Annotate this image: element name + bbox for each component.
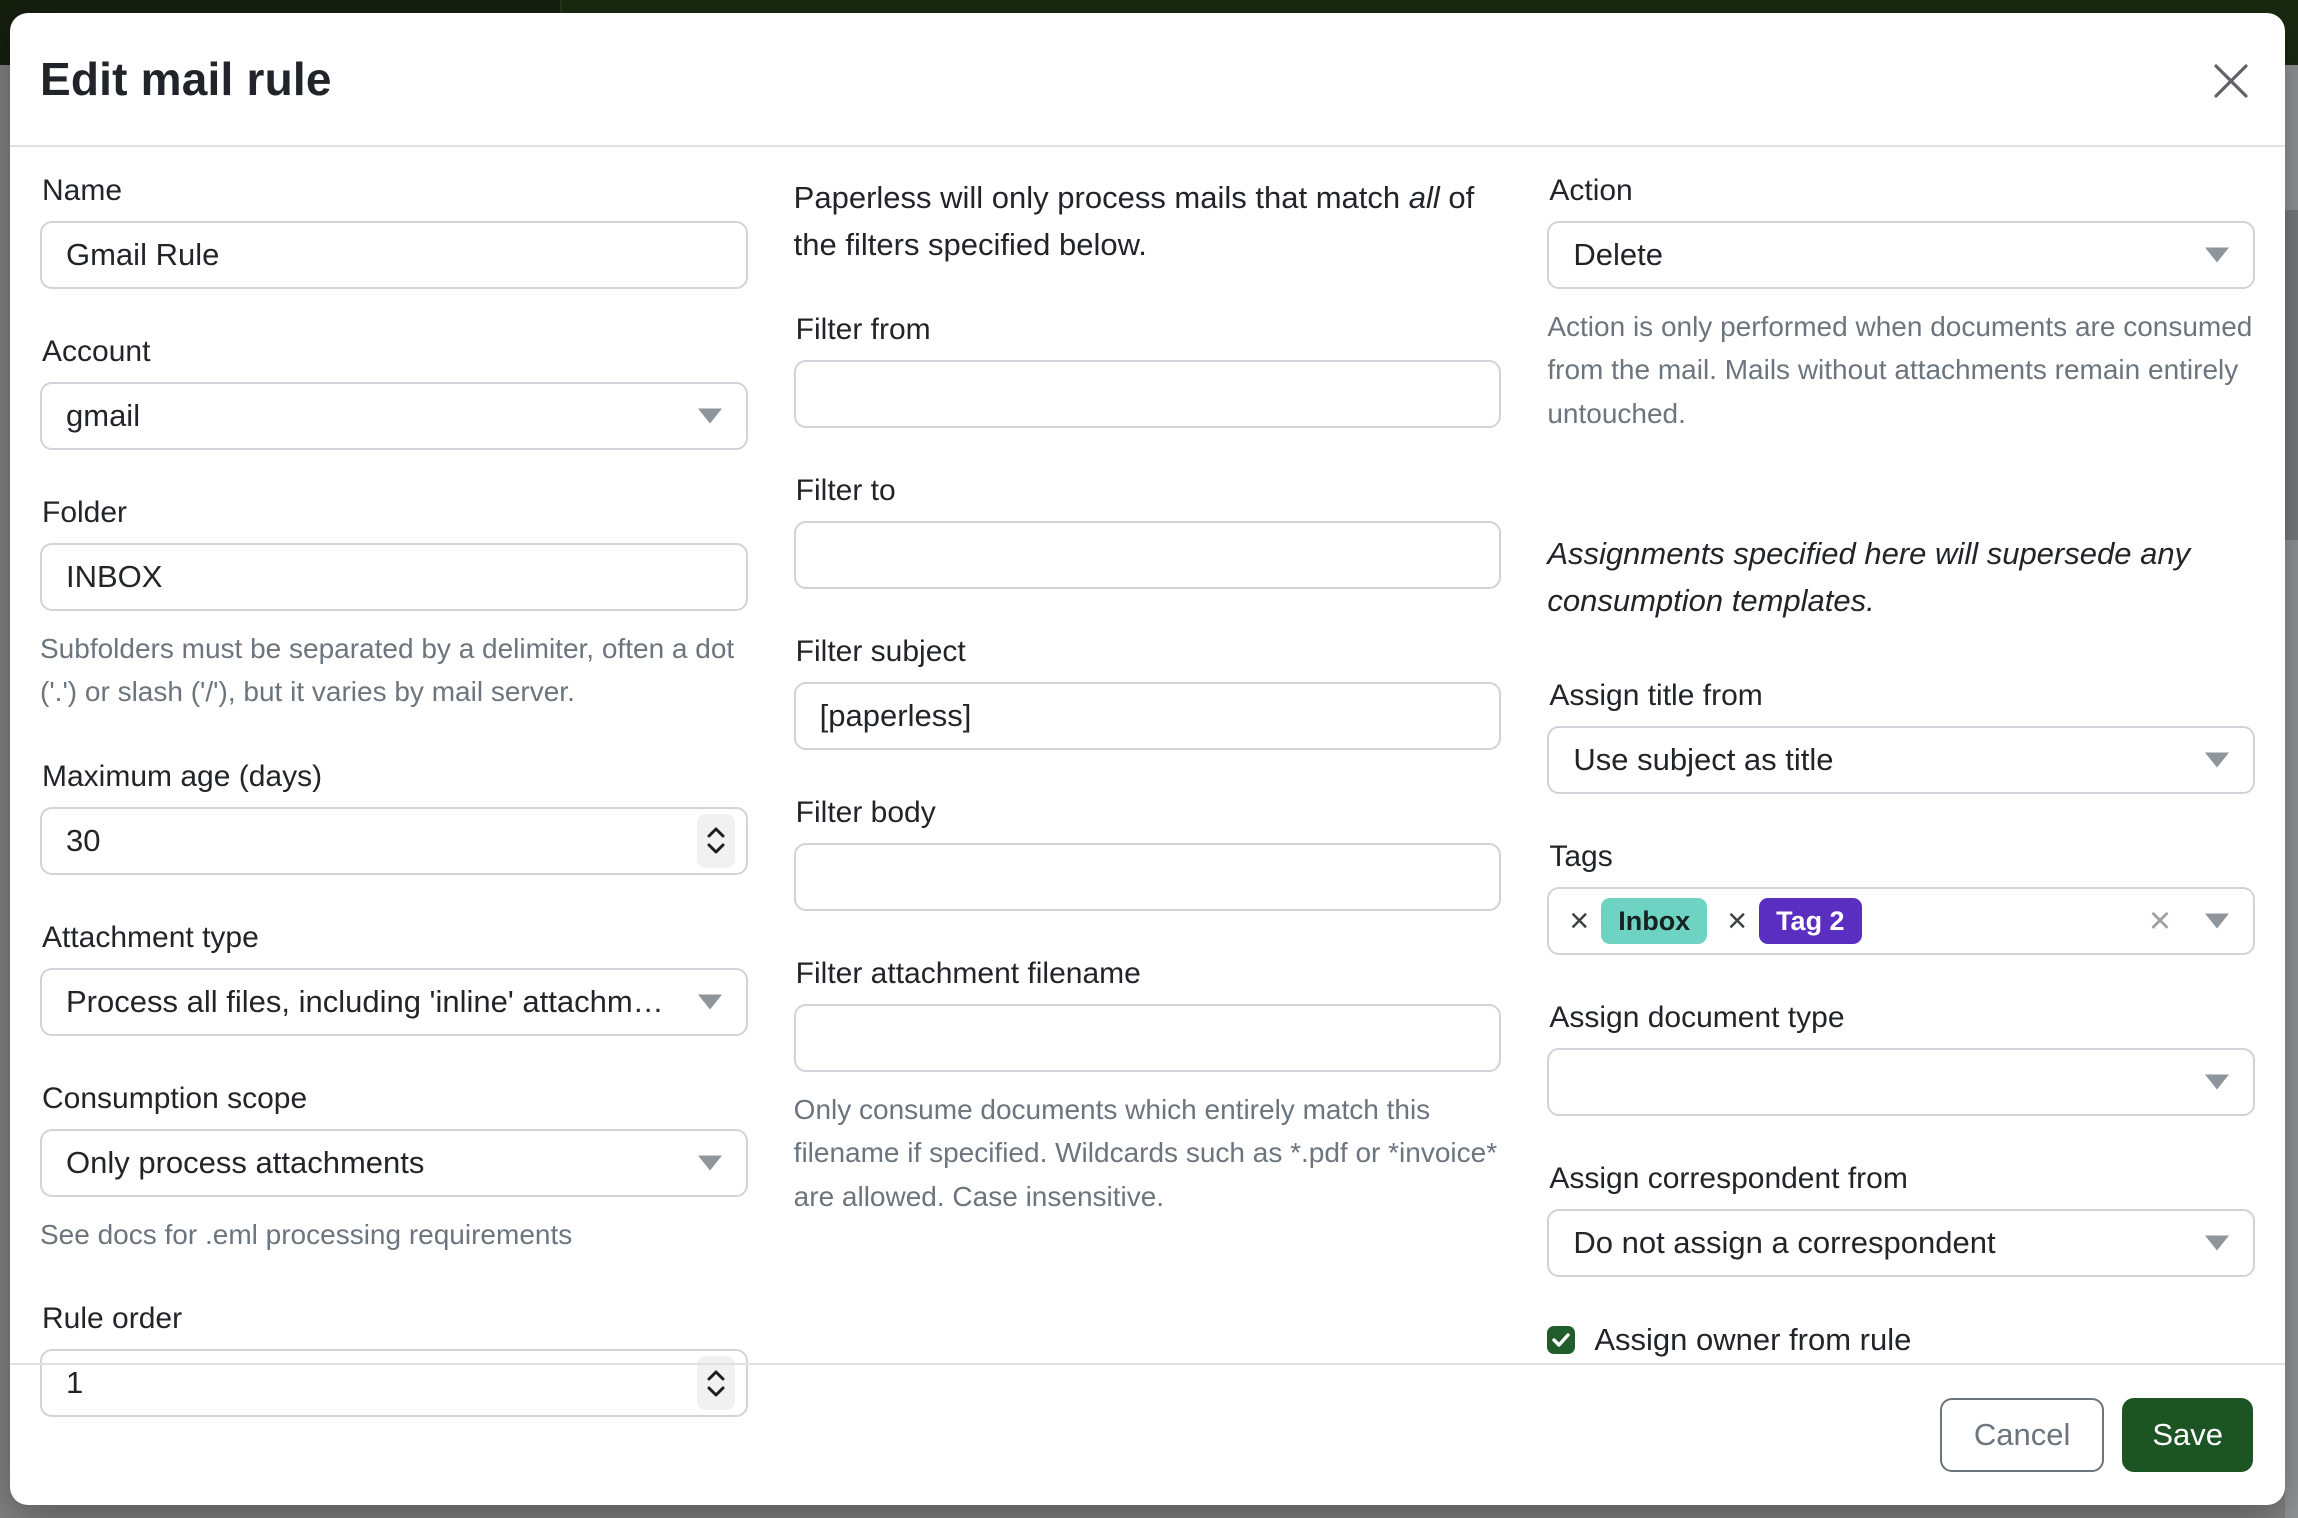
consumption-scope-field: Consumption scope Only process attachmen… [40,1081,748,1256]
action-help-text: Action is only performed when documents … [1547,305,2255,435]
intro-text-emphasis: all [1409,180,1440,215]
save-button[interactable]: Save [2122,1398,2253,1472]
assign-document-type-field: Assign document type [1547,1000,2255,1116]
dropdown-caret-icon [2205,248,2229,263]
name-input[interactable] [40,221,748,289]
cancel-button[interactable]: Cancel [1940,1398,2105,1472]
dropdown-caret-icon [2205,753,2229,768]
attachment-type-select-value: Process all files, including 'inline' at… [66,984,676,1020]
stepper-down-icon[interactable] [707,843,725,854]
attachment-type-select[interactable]: Process all files, including 'inline' at… [40,968,748,1036]
consumption-scope-label: Consumption scope [42,1081,748,1117]
tag-badge: Inbox [1601,898,1707,944]
assign-title-from-select-value: Use subject as title [1573,742,1833,778]
filter-subject-input[interactable] [794,682,1502,750]
dialog-body: Name Account gmail Folder Subfolders mus… [10,147,2285,1363]
filter-attachment-filename-field: Filter attachment filename Only consume … [794,956,1502,1218]
action-select-value: Delete [1573,237,1663,273]
dropdown-caret-icon [2205,1075,2229,1090]
close-button[interactable] [2207,57,2255,105]
name-field: Name [40,173,748,289]
folder-label: Folder [42,495,748,531]
maximum-age-label: Maximum age (days) [42,759,748,795]
filter-subject-label: Filter subject [796,634,1502,670]
clear-icon[interactable]: × [2149,902,2171,940]
folder-help-text: Subfolders must be separated by a delimi… [40,627,748,714]
stepper-up-icon[interactable] [707,827,725,838]
dialog-header: Edit mail rule [10,13,2285,147]
intro-text-part: Paperless will only process mails that m… [794,180,1409,215]
dialog-title: Edit mail rule [40,52,332,106]
consumption-scope-help-text: See docs for .eml processing requirement… [40,1213,748,1256]
filter-body-label: Filter body [796,795,1502,831]
filter-body-field: Filter body [794,795,1502,911]
page-scrollbar-thumb[interactable] [2285,210,2298,540]
filter-to-label: Filter to [796,473,1502,509]
assign-title-from-select[interactable]: Use subject as title [1547,726,2255,794]
column-general: Name Account gmail Folder Subfolders mus… [40,173,748,1363]
assign-owner-checkbox[interactable] [1547,1326,1575,1354]
tags-select[interactable]: × Inbox × Tag 2 × [1547,887,2255,955]
assign-correspondent-from-label: Assign correspondent from [1549,1161,2255,1197]
assign-document-type-select[interactable] [1547,1048,2255,1116]
filter-attachment-filename-help-text: Only consume documents which entirely ma… [794,1088,1502,1218]
name-label: Name [42,173,748,209]
dropdown-caret-icon [698,1155,722,1170]
consumption-scope-select[interactable]: Only process attachments [40,1129,748,1197]
filters-intro-text: Paperless will only process mails that m… [794,175,1502,268]
edit-mail-rule-dialog: Edit mail rule Name Account gmail [10,13,2285,1505]
dropdown-caret-icon [698,409,722,424]
assign-correspondent-from-field: Assign correspondent from Do not assign … [1547,1161,2255,1277]
filter-to-input[interactable] [794,521,1502,589]
tags-label: Tags [1549,839,2255,875]
remove-tag-icon[interactable]: × [1727,904,1747,938]
tags-field: Tags × Inbox × Tag 2 × [1547,839,2255,955]
close-icon [2212,62,2250,100]
page-scrollbar-track[interactable] [2285,65,2298,1518]
remove-tag-icon[interactable]: × [1569,904,1589,938]
account-select-value: gmail [66,398,140,434]
assign-correspondent-from-select-value: Do not assign a correspondent [1573,1225,1995,1261]
filter-attachment-filename-label: Filter attachment filename [796,956,1502,992]
assign-document-type-label: Assign document type [1549,1000,2255,1036]
dialog-footer: Cancel Save [10,1363,2285,1505]
folder-input[interactable] [40,543,748,611]
account-field: Account gmail [40,334,748,450]
filter-from-label: Filter from [796,312,1502,348]
attachment-type-label: Attachment type [42,920,748,956]
number-stepper[interactable] [697,814,735,868]
account-select[interactable]: gmail [40,382,748,450]
column-actions: Action Delete Action is only performed w… [1547,173,2255,1363]
assignments-note: Assignments specified here will supersed… [1547,531,2255,624]
assign-owner-label: Assign owner from rule [1594,1322,1911,1358]
checkbox-check-icon [1552,1333,1570,1347]
filter-body-input[interactable] [794,843,1502,911]
dropdown-caret-icon [698,994,722,1009]
dropdown-caret-icon [2205,1236,2229,1251]
attachment-type-field: Attachment type Process all files, inclu… [40,920,748,1036]
tag-badge: Tag 2 [1759,898,1862,944]
assign-owner-checkbox-row[interactable]: Assign owner from rule [1547,1322,2255,1358]
filter-subject-field: Filter subject [794,634,1502,750]
consumption-scope-select-value: Only process attachments [66,1145,424,1181]
filter-to-field: Filter to [794,473,1502,589]
folder-field: Folder Subfolders must be separated by a… [40,495,748,714]
action-label: Action [1549,173,2255,209]
rule-order-label: Rule order [42,1301,748,1337]
assign-correspondent-from-select[interactable]: Do not assign a correspondent [1547,1209,2255,1277]
column-filters: Paperless will only process mails that m… [794,173,1502,1363]
assign-title-from-label: Assign title from [1549,678,2255,714]
action-field: Action Delete Action is only performed w… [1547,173,2255,435]
account-label: Account [42,334,748,370]
filter-from-field: Filter from [794,312,1502,428]
assign-title-from-field: Assign title from Use subject as title [1547,678,2255,794]
maximum-age-field: Maximum age (days) [40,759,748,875]
tag-item: × Tag 2 [1727,898,1861,944]
filter-attachment-filename-input[interactable] [794,1004,1502,1072]
filter-from-input[interactable] [794,360,1502,428]
maximum-age-input[interactable] [40,807,748,875]
action-select[interactable]: Delete [1547,221,2255,289]
dropdown-caret-icon [2205,914,2229,929]
tag-item: × Inbox [1569,898,1707,944]
